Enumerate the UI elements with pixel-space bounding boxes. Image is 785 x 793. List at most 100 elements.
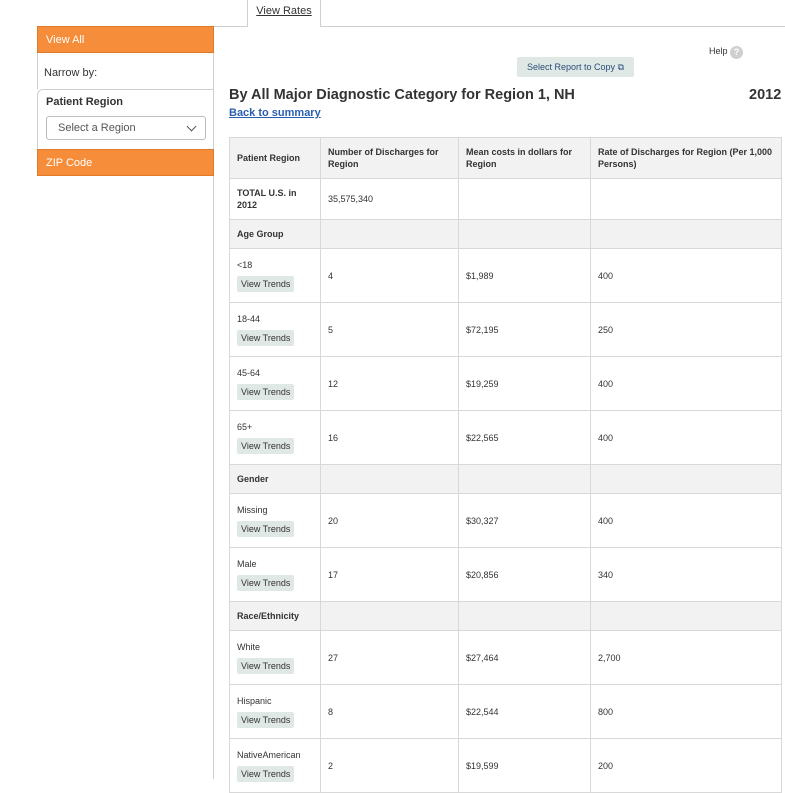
region-select[interactable]: Select a Region — [46, 116, 206, 140]
total-row: TOTAL U.S. in 2012 35,575,340 — [229, 178, 782, 220]
view-trends-button[interactable]: View Trends — [237, 275, 295, 292]
row-label: 45-64 — [237, 367, 261, 378]
back-to-summary-link[interactable]: Back to summary — [229, 107, 321, 119]
row-label-cell: 18-44 View Trends — [229, 302, 321, 357]
rate-cell: 250 — [590, 302, 782, 357]
total-rate — [590, 178, 782, 220]
column-header: Rate of Discharges for Region (Per 1,000… — [590, 137, 782, 179]
view-trends-button[interactable]: View Trends — [237, 574, 295, 591]
table-row: 65+ View Trends 16 $22,565 400 — [229, 410, 782, 465]
row-label-cell: 65+ View Trends — [229, 410, 321, 465]
discharges-cell: 8 — [320, 684, 459, 739]
table-row: Missing View Trends 20 $30,327 400 — [229, 493, 782, 548]
mean-cost-cell: $27,464 — [458, 630, 591, 685]
help-link[interactable]: Help — [709, 46, 728, 56]
group-cell — [590, 601, 782, 631]
view-trends-button[interactable]: View Trends — [237, 765, 295, 782]
column-header: Mean costs in dollars for Region — [458, 137, 591, 179]
mean-cost-cell: $19,599 — [458, 738, 591, 793]
group-row: Gender — [229, 464, 782, 494]
view-trends-button[interactable]: View Trends — [237, 383, 295, 400]
mean-cost-cell: $20,856 — [458, 547, 591, 602]
row-label: White — [237, 641, 261, 652]
table-row: Male View Trends 17 $20,856 340 — [229, 547, 782, 602]
column-header: Number of Discharges for Region — [320, 137, 459, 179]
group-label: Age Group — [229, 219, 321, 249]
rate-cell: 800 — [590, 684, 782, 739]
table-header-row: Patient Region Number of Discharges for … — [229, 137, 782, 179]
chevron-down-icon — [186, 121, 197, 132]
rate-cell: 400 — [590, 410, 782, 465]
row-label: <18 — [237, 259, 253, 270]
report-title: By All Major Diagnostic Category for Reg… — [229, 87, 575, 103]
view-trends-button[interactable]: View Trends — [237, 711, 295, 728]
rate-cell: 400 — [590, 493, 782, 548]
discharges-cell: 5 — [320, 302, 459, 357]
row-label: 18-44 — [237, 313, 261, 324]
row-label-cell: Hispanic View Trends — [229, 684, 321, 739]
group-row: Race/Ethnicity — [229, 601, 782, 631]
region-select-value: Select a Region — [58, 122, 136, 134]
row-label-cell: Missing View Trends — [229, 493, 321, 548]
report-table: Patient Region Number of Discharges for … — [229, 137, 782, 793]
mean-cost-cell: $22,565 — [458, 410, 591, 465]
discharges-cell: 12 — [320, 356, 459, 411]
rate-cell: 340 — [590, 547, 782, 602]
discharges-cell: 17 — [320, 547, 459, 602]
patient-region-title: Patient Region — [46, 96, 124, 108]
copy-report-label: Select Report to Copy — [527, 62, 616, 72]
group-label: Race/Ethnicity — [229, 601, 321, 631]
discharges-cell: 4 — [320, 248, 459, 303]
copy-report-button[interactable]: Select Report to Copy ⧉ — [517, 57, 634, 77]
table-row: White View Trends 27 $27,464 2,700 — [229, 630, 782, 685]
column-header: Patient Region — [229, 137, 321, 179]
rate-cell: 400 — [590, 248, 782, 303]
tab-view-rates-label[interactable]: View Rates — [256, 5, 311, 17]
discharges-cell: 16 — [320, 410, 459, 465]
group-cell — [458, 464, 591, 494]
group-row: Age Group — [229, 219, 782, 249]
view-trends-button[interactable]: View Trends — [237, 329, 295, 346]
group-cell — [320, 601, 459, 631]
row-label-cell: Male View Trends — [229, 547, 321, 602]
copy-icon: ⧉ — [617, 62, 624, 72]
table-row: 45-64 View Trends 12 $19,259 400 — [229, 356, 782, 411]
row-label: 65+ — [237, 421, 253, 432]
discharges-cell: 2 — [320, 738, 459, 793]
tab-view-rates[interactable]: View Rates — [247, 0, 321, 27]
total-discharges: 35,575,340 — [320, 178, 459, 220]
report-year: 2012 — [749, 87, 782, 103]
discharges-cell: 20 — [320, 493, 459, 548]
row-label-cell: White View Trends — [229, 630, 321, 685]
narrow-by-label: Narrow by: — [44, 67, 98, 79]
view-trends-button[interactable]: View Trends — [237, 437, 295, 454]
total-label: TOTAL U.S. in 2012 — [229, 178, 321, 220]
row-label-cell: 45-64 View Trends — [229, 356, 321, 411]
view-all-button[interactable]: View All — [37, 26, 214, 53]
table-row: NativeAmerican View Trends 2 $19,599 200 — [229, 738, 782, 793]
row-label-cell: NativeAmerican View Trends — [229, 738, 321, 793]
row-label: Male — [237, 558, 257, 569]
discharges-cell: 27 — [320, 630, 459, 685]
row-label-cell: <18 View Trends — [229, 248, 321, 303]
view-trends-button[interactable]: View Trends — [237, 657, 295, 674]
group-cell — [320, 464, 459, 494]
mean-cost-cell: $1,989 — [458, 248, 591, 303]
group-cell — [320, 219, 459, 249]
mean-cost-cell: $19,259 — [458, 356, 591, 411]
rate-cell: 2,700 — [590, 630, 782, 685]
group-label: Gender — [229, 464, 321, 494]
table-row: 18-44 View Trends 5 $72,195 250 — [229, 302, 782, 357]
row-label: NativeAmerican — [237, 749, 301, 760]
help-icon[interactable]: ? — [730, 46, 743, 59]
table-row: Hispanic View Trends 8 $22,544 800 — [229, 684, 782, 739]
table-row: <18 View Trends 4 $1,989 400 — [229, 248, 782, 303]
group-cell — [590, 219, 782, 249]
mean-cost-cell: $72,195 — [458, 302, 591, 357]
view-trends-button[interactable]: View Trends — [237, 520, 295, 537]
row-label: Hispanic — [237, 695, 272, 706]
group-cell — [458, 601, 591, 631]
row-label: Missing — [237, 504, 268, 515]
mean-cost-cell: $30,327 — [458, 493, 591, 548]
zip-code-button[interactable]: ZIP Code — [37, 149, 214, 176]
